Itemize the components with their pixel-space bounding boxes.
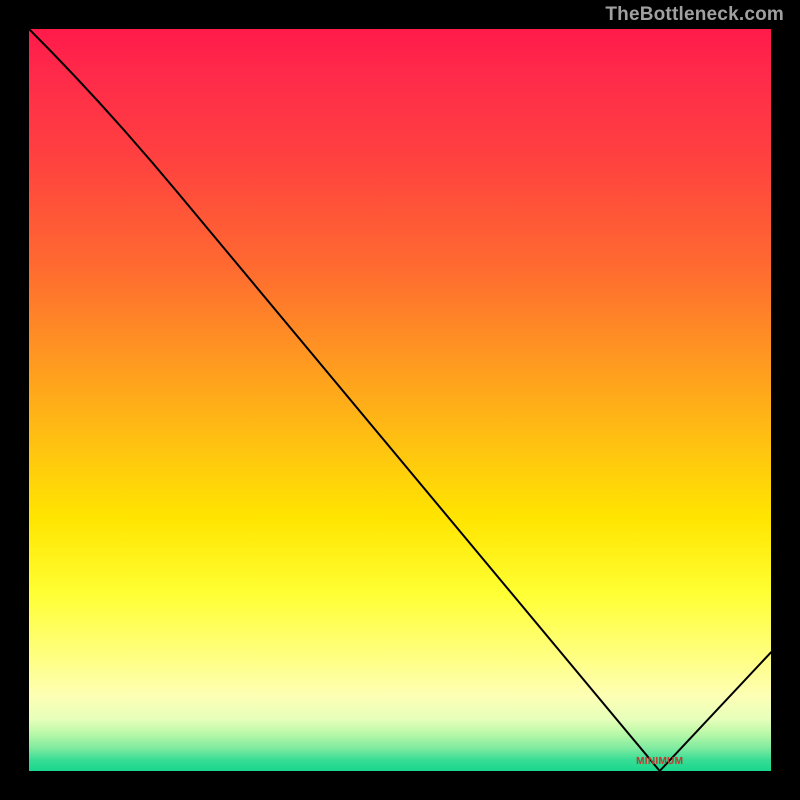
chart-stage: TheBottleneck.com MINIMUM	[0, 0, 800, 800]
curve-layer	[29, 29, 771, 771]
watermark-text: TheBottleneck.com	[605, 4, 784, 26]
bottleneck-curve	[29, 29, 771, 771]
plot-area: MINIMUM	[29, 29, 771, 771]
minimum-label: MINIMUM	[636, 756, 683, 767]
